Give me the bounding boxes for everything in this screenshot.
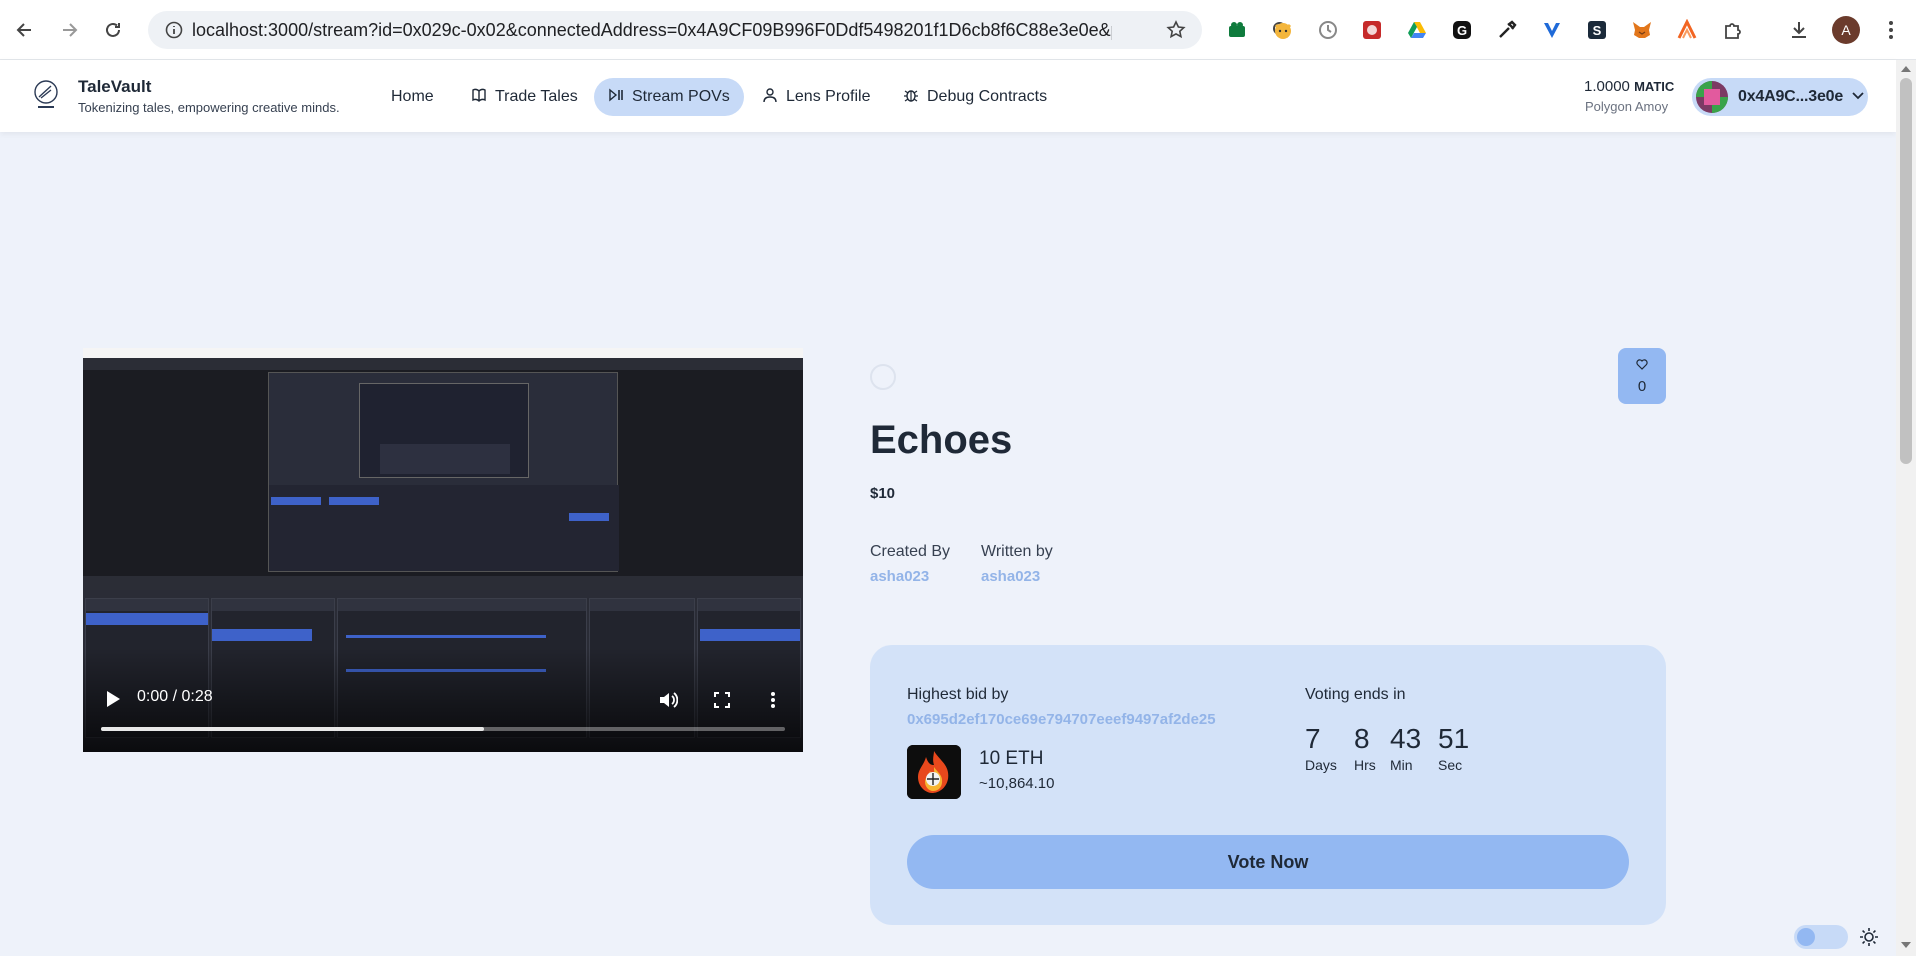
- nav-item-label: Lens Profile: [786, 88, 871, 105]
- site-info-icon[interactable]: [156, 11, 192, 49]
- talevault-logo[interactable]: [30, 78, 62, 110]
- page-scrollbar[interactable]: [1896, 60, 1916, 956]
- theme-toggle[interactable]: [1794, 925, 1848, 949]
- svg-text:S: S: [1593, 23, 1602, 38]
- countdown-seconds-unit: Sec: [1438, 757, 1463, 773]
- nav-item-label: Stream POVs: [632, 88, 730, 105]
- video-frame-titlebar: [83, 348, 803, 358]
- heart-icon: [1636, 357, 1648, 375]
- browser-menu-icon[interactable]: [1878, 17, 1904, 43]
- back-icon[interactable]: [9, 14, 41, 46]
- countdown-days: 7: [1305, 723, 1321, 754]
- browser-profile-avatar[interactable]: A: [1832, 16, 1860, 44]
- bidder-address-link[interactable]: 0x695d2ef170ce69e794707eeef9497af2de25: [907, 711, 1237, 728]
- bid-amount: 10 ETH: [979, 748, 1044, 769]
- nav-item-home[interactable]: Home: [377, 78, 448, 116]
- google-drive-icon[interactable]: [1404, 17, 1430, 43]
- countdown-seconds: 51: [1438, 723, 1470, 754]
- fullscreen-icon[interactable]: [709, 687, 735, 713]
- video-progress-fill: [101, 727, 485, 731]
- play-icon[interactable]: [101, 687, 125, 711]
- nav-item-label: Debug Contracts: [927, 88, 1048, 105]
- bug-icon: [903, 87, 919, 108]
- story-title: Echoes: [870, 418, 1013, 462]
- video-frame-nested-preview: [359, 383, 529, 478]
- browser-toolbar: localhost:3000/stream?id=0x029c-0x02&con…: [0, 0, 1916, 60]
- loading-indicator: [870, 364, 896, 390]
- countdown-hours-unit: Hrs: [1354, 757, 1376, 773]
- voting-ends-label: Voting ends in: [1305, 686, 1406, 703]
- story-price: $10: [870, 485, 896, 502]
- wallet-account-button[interactable]: 0x4A9C...3e0e: [1692, 78, 1868, 116]
- address-bar[interactable]: localhost:3000/stream?id=0x029c-0x02&con…: [148, 11, 1289, 49]
- scroll-up-icon[interactable]: [1901, 66, 1911, 72]
- more-options-icon[interactable]: [760, 687, 786, 713]
- stream-video-player[interactable]: 0:00 / 0:28: [83, 348, 803, 752]
- reload-icon[interactable]: [97, 14, 129, 46]
- brand-name[interactable]: TaleVault: [78, 77, 151, 97]
- like-button[interactable]: 0: [1618, 348, 1666, 404]
- video-progress-bar[interactable]: [101, 727, 785, 731]
- nav-item-label: Trade Tales: [495, 88, 578, 105]
- writer-link[interactable]: asha023: [981, 568, 1040, 585]
- url-text[interactable]: localhost:3000/stream?id=0x029c-0x02&con…: [192, 20, 1112, 41]
- scroll-thumb[interactable]: [1900, 78, 1912, 464]
- created-by-label: Created By: [870, 543, 951, 560]
- extension-v-icon[interactable]: [1539, 17, 1565, 43]
- extension-s-icon[interactable]: S: [1584, 17, 1610, 43]
- wallet-balance: 1.0000 MATIC: [1584, 78, 1674, 95]
- extension-camera-icon[interactable]: [1224, 17, 1250, 43]
- download-icon[interactable]: [1786, 17, 1812, 43]
- bid-card: Highest bid by 0x695d2ef170ce69e794707ee…: [870, 645, 1666, 925]
- scroll-down-icon[interactable]: [1901, 942, 1911, 948]
- countdown-minutes-unit: Min: [1390, 757, 1413, 773]
- video-frame-menubar: [83, 358, 803, 370]
- metamask-fox-icon[interactable]: [1629, 17, 1655, 43]
- highest-bid-label: Highest bid by: [907, 686, 1009, 703]
- extension-cat-icon[interactable]: [1270, 17, 1296, 43]
- forward-icon[interactable]: [53, 14, 85, 46]
- nav-item-stream-povs[interactable]: Stream POVs: [594, 78, 744, 116]
- nav-item-label: Home: [391, 88, 434, 105]
- extension-orange-icon[interactable]: [1674, 17, 1700, 43]
- user-icon: [762, 87, 778, 108]
- sun-icon[interactable]: [1857, 925, 1881, 949]
- wallet-avatar: [1696, 81, 1728, 113]
- chevron-down-icon: [1851, 88, 1865, 107]
- vote-now-button[interactable]: Vote Now: [907, 835, 1629, 889]
- wallet-network: Polygon Amoy: [1585, 99, 1669, 114]
- countdown-hours: 8: [1354, 723, 1370, 754]
- extension-g-icon[interactable]: G: [1449, 17, 1475, 43]
- nav-item-debug-contracts[interactable]: Debug Contracts: [889, 78, 1061, 116]
- wallet-address: 0x4A9C...3e0e: [1738, 88, 1844, 105]
- countdown-days-unit: Days: [1305, 757, 1337, 773]
- bookmark-star-icon[interactable]: [1163, 17, 1189, 43]
- written-by-label: Written by: [981, 543, 1053, 560]
- balance-value: 1.0000: [1584, 78, 1630, 95]
- balance-currency: MATIC: [1634, 79, 1675, 94]
- nav-item-trade-tales[interactable]: Trade Tales: [457, 78, 592, 116]
- book-icon: [471, 87, 487, 108]
- extension-clock-icon[interactable]: [1315, 17, 1341, 43]
- video-time: 0:00 / 0:28: [137, 688, 213, 705]
- extension-red-icon[interactable]: [1359, 17, 1385, 43]
- brand-tagline: Tokenizing tales, empowering creative mi…: [78, 100, 340, 115]
- bidder-avatar: [907, 745, 961, 799]
- play-pause-icon: [608, 87, 624, 108]
- extensions-puzzle-icon[interactable]: [1720, 17, 1746, 43]
- nav-item-lens-profile[interactable]: Lens Profile: [748, 78, 885, 116]
- app-header: TaleVault Tokenizing tales, empowering c…: [0, 60, 1896, 132]
- volume-icon[interactable]: [655, 687, 681, 713]
- video-frame-preview: [268, 372, 619, 572]
- theme-toggle-knob: [1797, 928, 1815, 946]
- countdown-minutes: 43: [1390, 723, 1422, 754]
- svg-text:G: G: [1457, 23, 1467, 38]
- creator-link[interactable]: asha023: [870, 568, 929, 585]
- bid-usd-value: ~10,864.10: [979, 775, 1055, 792]
- like-count: 0: [1637, 378, 1647, 395]
- eyedropper-icon[interactable]: [1494, 17, 1520, 43]
